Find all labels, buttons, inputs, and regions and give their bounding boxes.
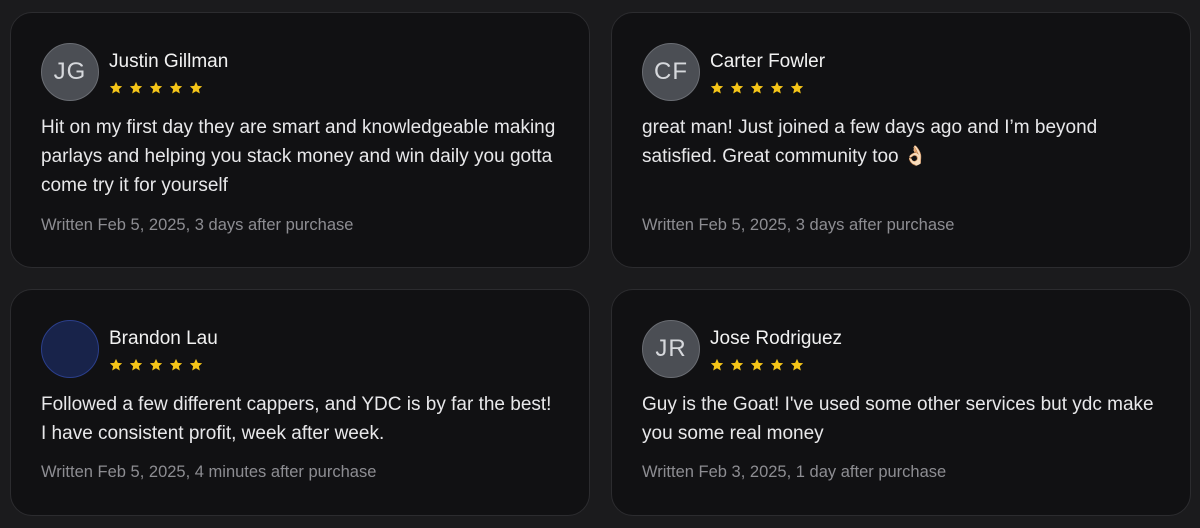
avatar: JG [41, 43, 99, 101]
review-date: Written Feb 5, 2025, 3 days after purcha… [642, 216, 955, 234]
star-icon [169, 81, 183, 94]
reviewer-name: Brandon Lau [109, 328, 218, 349]
star-icon [109, 358, 123, 371]
star-icon [770, 358, 784, 371]
star-icon [750, 358, 764, 371]
review-date: Written Feb 5, 2025, 4 minutes after pur… [41, 463, 377, 481]
star-icon [129, 81, 143, 94]
star-icon [790, 81, 804, 94]
review-text: Guy is the Goat! I've used some other se… [642, 394, 1154, 444]
review-text: Hit on my first day they are smart and k… [41, 117, 556, 196]
review-text: great man! Just joined a few days ago an… [642, 117, 1098, 167]
star-icon [189, 358, 203, 371]
star-icon [149, 358, 163, 371]
star-rating [710, 358, 804, 372]
star-rating [109, 358, 203, 372]
reviewer-name: Jose Rodriguez [710, 328, 843, 349]
reviewer-name: Carter Fowler [710, 51, 826, 72]
star-icon [189, 81, 203, 94]
review-card: JR Jose Rodriguez Guy is the Goat! I've … [611, 289, 1191, 516]
star-icon [730, 81, 744, 94]
review-date: Written Feb 5, 2025, 3 days after purcha… [41, 216, 354, 234]
avatar: CF [642, 43, 700, 101]
avatar [41, 320, 99, 378]
review-date: Written Feb 3, 2025, 1 day after purchas… [642, 463, 947, 481]
star-icon [750, 81, 764, 94]
star-icon [169, 358, 183, 371]
star-icon [129, 358, 143, 371]
review-text: Followed a few different cappers, and YD… [41, 394, 552, 444]
star-icon [149, 81, 163, 94]
star-rating [710, 81, 804, 95]
star-rating [109, 81, 203, 95]
star-icon [770, 81, 784, 94]
star-icon [790, 358, 804, 371]
review-card: JG Justin Gillman Hit on my first day th… [10, 12, 590, 268]
star-icon [710, 81, 724, 94]
reviewer-name: Justin Gillman [109, 51, 229, 72]
review-card: CF Carter Fowler great man! Just joined … [611, 12, 1191, 268]
star-icon [710, 358, 724, 371]
review-card: Brandon Lau Followed a few different cap… [10, 289, 590, 516]
avatar: JR [642, 320, 700, 378]
star-icon [730, 358, 744, 371]
reviews-grid: JG Justin Gillman Hit on my first day th… [0, 0, 1200, 528]
star-icon [109, 81, 123, 94]
